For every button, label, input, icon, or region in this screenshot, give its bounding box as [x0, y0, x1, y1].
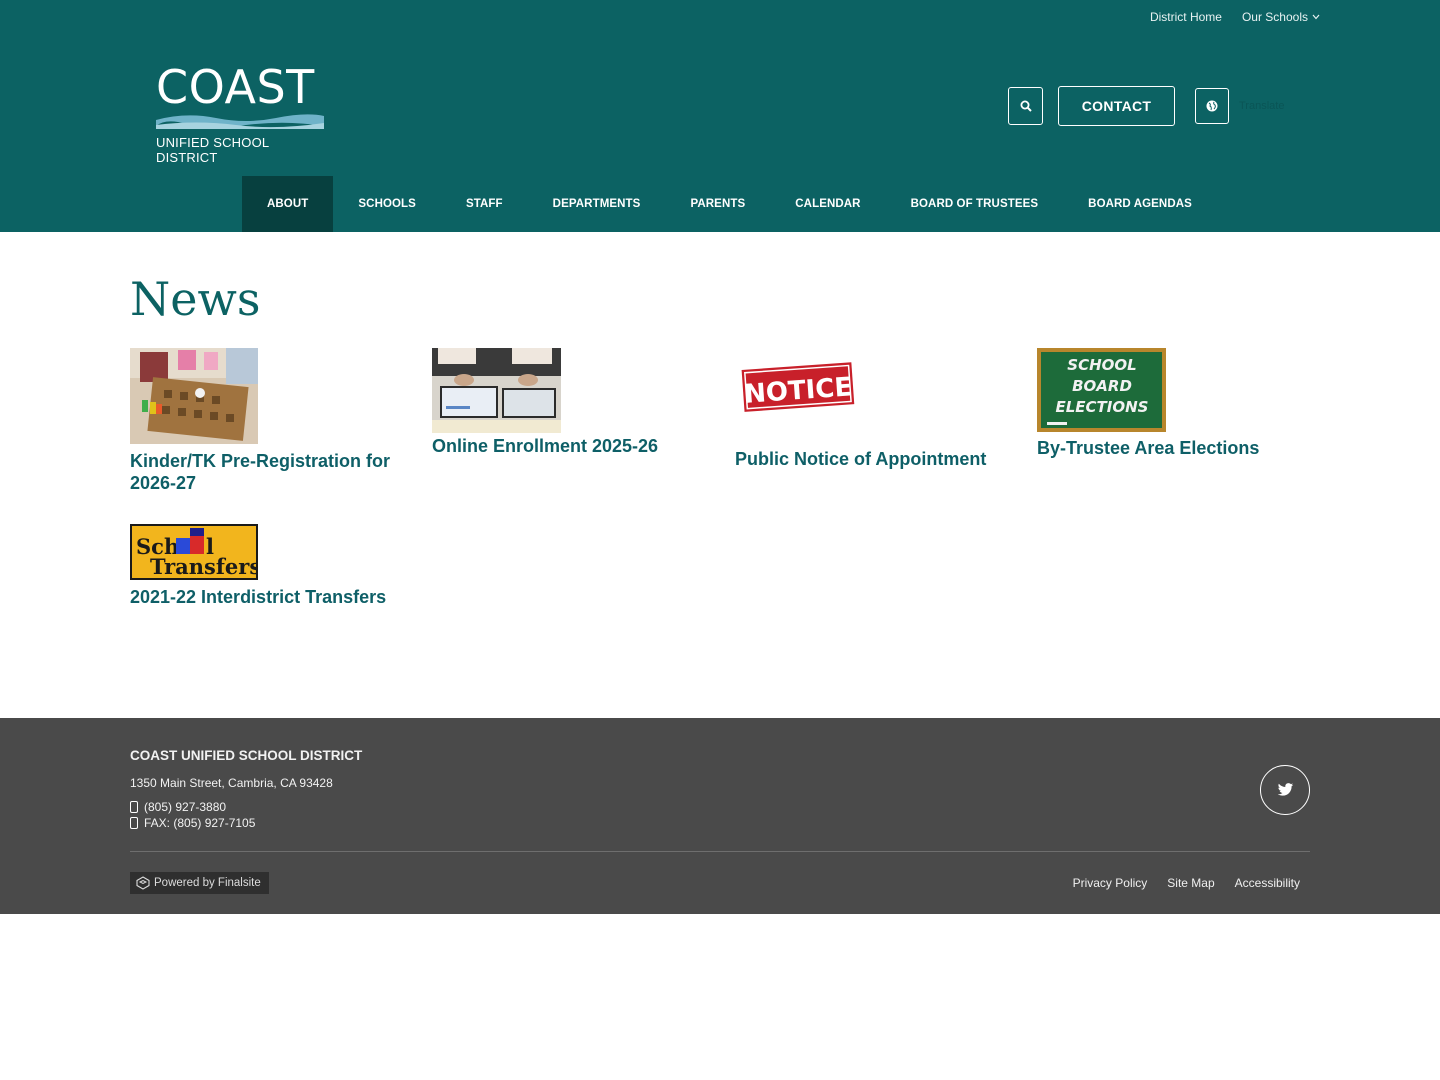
footer-links: Privacy Policy Site Map Accessibility: [1073, 876, 1300, 890]
footer-phone-number: (805) 927-3880: [144, 800, 227, 814]
footer-divider: [130, 851, 1310, 852]
nav-item-departments[interactable]: DEPARTMENTS: [528, 176, 666, 232]
site-map-link[interactable]: Site Map: [1167, 876, 1214, 890]
footer-address: 1350 Main Street, Cambria, CA 93428: [130, 776, 333, 790]
news-title[interactable]: By-Trustee Area Elections: [1037, 437, 1307, 459]
news-title[interactable]: Public Notice of Appointment: [735, 448, 1005, 470]
nav-item-parents[interactable]: PARENTS: [665, 176, 770, 232]
district-logo[interactable]: COAST UNIFIED SCHOOL DISTRICT: [156, 60, 326, 165]
our-schools-dropdown[interactable]: Our Schools: [1242, 10, 1320, 24]
twitter-icon: [1277, 783, 1293, 796]
accessibility-link[interactable]: Accessibility: [1235, 876, 1300, 890]
translate-button[interactable]: [1195, 88, 1229, 124]
chevron-down-icon: [1312, 14, 1320, 20]
nav-item-staff[interactable]: STAFF: [441, 176, 528, 232]
footer-phone[interactable]: (805) 927-3880: [130, 800, 226, 814]
utility-nav: District Home Our Schools: [1150, 10, 1320, 24]
privacy-policy-link[interactable]: Privacy Policy: [1073, 876, 1148, 890]
globe-icon: [1206, 100, 1218, 112]
finalsite-logo-icon: [136, 876, 150, 890]
search-icon: [1020, 100, 1032, 112]
news-title[interactable]: Kinder/TK Pre-Registration for 2026-27: [130, 450, 400, 494]
footer-district-name: COAST UNIFIED SCHOOL DISTRICT: [130, 748, 363, 763]
chalkboard-line-1: SCHOOL: [1067, 356, 1136, 374]
news-title[interactable]: Online Enrollment 2025-26: [432, 435, 702, 457]
chalkboard-line-3: ELECTIONS: [1056, 398, 1149, 416]
news-title[interactable]: 2021-22 Interdistrict Transfers: [130, 586, 400, 608]
wave-icon: [156, 114, 324, 129]
powered-by-label: Powered by Finalsite: [154, 877, 261, 889]
nav-item-schools[interactable]: SCHOOLS: [333, 176, 441, 232]
news-item-public-notice[interactable]: NOTICE Public Notice of Appointment: [735, 348, 1005, 470]
search-button[interactable]: [1008, 87, 1043, 125]
news-thumbnail-school-transfers[interactable]: Sch l Transfers: [130, 524, 258, 580]
footer-fax-number: FAX: (805) 927-7105: [144, 816, 256, 830]
logo-wordmark: COAST: [156, 60, 315, 114]
news-thumbnail-notice[interactable]: NOTICE: [735, 348, 863, 444]
nav-item-board-of-trustees[interactable]: BOARD OF TRUSTEES: [886, 176, 1064, 232]
news-thumbnail-classroom[interactable]: [130, 348, 258, 444]
transfers-text-3: Transfers: [150, 554, 258, 579]
phone-icon: [130, 801, 138, 813]
nav-item-board-agendas[interactable]: BOARD AGENDAS: [1063, 176, 1217, 232]
footer-fax: FAX: (805) 927-7105: [130, 816, 255, 830]
header-tools: CONTACT Translate: [1008, 86, 1284, 126]
powered-by-finalsite-badge[interactable]: Powered by Finalsite: [130, 872, 269, 894]
twitter-button[interactable]: [1260, 765, 1310, 815]
chalkboard-line-2: BOARD: [1072, 377, 1132, 395]
news-item-online-enrollment[interactable]: Online Enrollment 2025-26: [432, 348, 702, 457]
site-header: District Home Our Schools COAST UNIFIED …: [0, 0, 1440, 232]
translate-label: Translate: [1239, 100, 1285, 112]
contact-button[interactable]: CONTACT: [1058, 86, 1175, 126]
fax-icon: [130, 817, 138, 829]
news-item-kinder-tk[interactable]: Kinder/TK Pre-Registration for 2026-27: [130, 348, 400, 494]
logo-subtitle: UNIFIED SCHOOL DISTRICT: [156, 135, 269, 165]
news-item-trustee-elections[interactable]: SCHOOL BOARD ELECTIONS By-Trustee Area E…: [1037, 348, 1307, 459]
nav-item-calendar[interactable]: CALENDAR: [770, 176, 885, 232]
news-thumbnail-laptops[interactable]: [432, 348, 561, 433]
main-nav: ABOUT SCHOOLS STAFF DEPARTMENTS PARENTS …: [242, 176, 1217, 232]
nav-item-about[interactable]: ABOUT: [242, 176, 334, 232]
news-thumbnail-board-elections[interactable]: SCHOOL BOARD ELECTIONS: [1037, 348, 1166, 432]
our-schools-label: Our Schools: [1241, 10, 1308, 24]
news-item-interdistrict-transfers[interactable]: Sch l Transfers 2021-22 Interdistrict Tr…: [130, 524, 400, 608]
site-footer: COAST UNIFIED SCHOOL DISTRICT 1350 Main …: [0, 718, 1440, 914]
page-title: News: [130, 272, 261, 326]
district-home-link[interactable]: District Home: [1150, 10, 1222, 24]
